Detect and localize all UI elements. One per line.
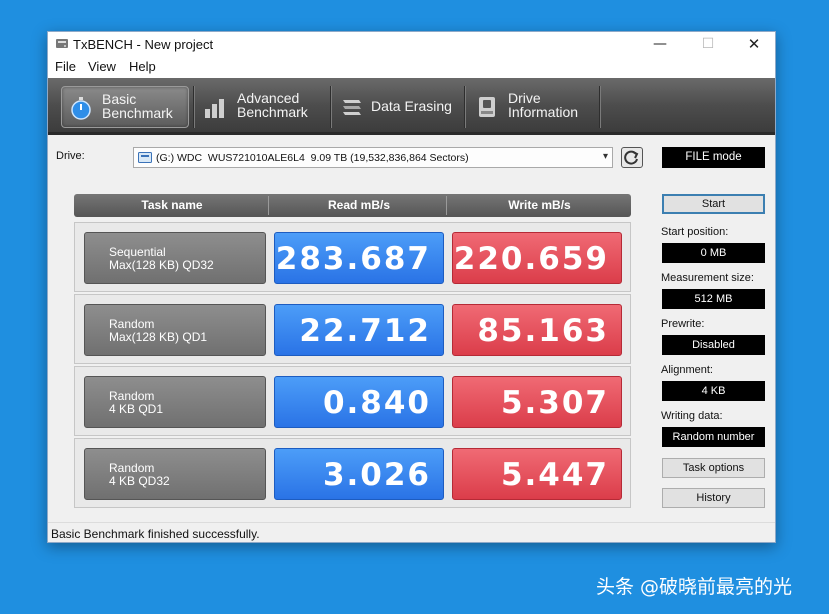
task-options-button[interactable]: Task options — [662, 458, 765, 478]
app-window: TxBENCH - New project — ☐ ✕ File View He… — [47, 31, 776, 543]
write-result: 220.659 — [452, 232, 622, 284]
measurement-size-value[interactable]: 512 MB — [662, 289, 765, 309]
watermark-text: 头条 @破晓前最亮的光 — [596, 576, 793, 598]
toolbar-divider — [330, 86, 332, 128]
status-text: Basic Benchmark finished successfully. — [51, 527, 260, 541]
file-mode-indicator: FILE mode — [662, 147, 765, 168]
drive-select[interactable]: (G:) WDC WUS721010ALE6L4 9.09 TB (19,532… — [133, 147, 613, 168]
write-result: 85.163 — [452, 304, 622, 356]
header-divider — [268, 196, 269, 215]
history-button[interactable]: History — [662, 488, 765, 508]
menu-file[interactable]: File — [55, 59, 76, 74]
toolbar-divider — [464, 86, 466, 128]
tab-basic-benchmark-label: Basic Benchmark — [102, 91, 173, 121]
chevron-down-icon: ▾ — [602, 151, 608, 162]
read-result: 0.840 — [274, 376, 444, 428]
alignment-label: Alignment: — [661, 364, 713, 376]
tab-drive-information-label: Drive Information — [508, 90, 579, 120]
menu-help[interactable]: Help — [129, 59, 156, 74]
read-result: 22.712 — [274, 304, 444, 356]
status-bar: Basic Benchmark finished successfully. — [48, 522, 775, 542]
eraser-icon — [343, 100, 361, 115]
tab-data-erasing[interactable]: Data Erasing — [335, 86, 461, 128]
table-row: Sequential Max(128 KB) QD32 283.687 220.… — [74, 222, 631, 292]
drive-select-value: (G:) WDC WUS721010ALE6L4 9.09 TB (19,532… — [156, 152, 469, 164]
writing-data-label: Writing data: — [661, 410, 723, 422]
tab-drive-information[interactable]: Drive Information — [469, 86, 599, 128]
tab-data-erasing-label: Data Erasing — [371, 98, 452, 114]
task-button[interactable]: Sequential Max(128 KB) QD32 — [84, 232, 266, 284]
start-position-value[interactable]: 0 MB — [662, 243, 765, 263]
tab-advanced-benchmark[interactable]: Advanced Benchmark — [198, 86, 328, 128]
bar-chart-icon — [205, 99, 224, 118]
write-result: 5.307 — [452, 376, 622, 428]
read-result: 3.026 — [274, 448, 444, 500]
close-button[interactable]: ✕ — [731, 32, 777, 56]
menu-view[interactable]: View — [88, 59, 116, 74]
start-position-label: Start position: — [661, 226, 729, 238]
start-button[interactable]: Start — [662, 194, 765, 214]
header-task-name: Task name — [141, 198, 203, 212]
disk-icon — [138, 152, 152, 163]
writing-data-value[interactable]: Random number — [662, 427, 765, 447]
app-icon — [56, 39, 68, 48]
measurement-size-label: Measurement size: — [661, 272, 754, 284]
tab-advanced-benchmark-label: Advanced Benchmark — [237, 90, 308, 120]
task-name-line2: Max(128 KB) QD1 — [109, 330, 208, 344]
drive-label: Drive: — [56, 150, 85, 162]
header-read: Read mB/s — [327, 198, 391, 212]
header-write: Write mB/s — [508, 198, 571, 212]
header-divider — [446, 196, 447, 215]
table-row: Random 4 KB QD32 3.026 5.447 — [74, 438, 631, 508]
task-name-line2: 4 KB QD1 — [109, 402, 164, 416]
task-button[interactable]: Random Max(128 KB) QD1 — [84, 304, 266, 356]
write-result: 5.447 — [452, 448, 622, 500]
toolbar-divider — [193, 86, 195, 128]
read-result: 283.687 — [274, 232, 444, 284]
title-bar: TxBENCH - New project — ☐ ✕ — [48, 32, 775, 56]
task-name-line2: 4 KB QD32 — [109, 474, 170, 488]
toolbar-divider — [599, 86, 601, 128]
maximize-button[interactable]: ☐ — [685, 32, 731, 56]
task-button[interactable]: Random 4 KB QD1 — [84, 376, 266, 428]
drive-info-icon — [479, 97, 495, 117]
window-title: TxBENCH - New project — [73, 37, 214, 52]
minimize-button[interactable]: — — [637, 32, 683, 56]
prewrite-label: Prewrite: — [661, 318, 705, 330]
task-name-line2: Max(128 KB) QD32 — [109, 258, 214, 272]
main-toolbar: Basic Benchmark Advanced Benchmark Data … — [48, 78, 775, 135]
table-row: Random Max(128 KB) QD1 22.712 85.163 — [74, 294, 631, 364]
menu-bar: File View Help — [48, 56, 775, 78]
results-table-header: Task name Read mB/s Write mB/s — [74, 194, 631, 217]
task-button[interactable]: Random 4 KB QD32 — [84, 448, 266, 500]
tab-basic-benchmark[interactable]: Basic Benchmark — [61, 86, 189, 128]
table-row: Random 4 KB QD1 0.840 5.307 — [74, 366, 631, 436]
refresh-button[interactable] — [621, 147, 643, 168]
stopwatch-icon — [71, 97, 91, 120]
alignment-value[interactable]: 4 KB — [662, 381, 765, 401]
refresh-icon — [624, 150, 639, 165]
prewrite-value[interactable]: Disabled — [662, 335, 765, 355]
